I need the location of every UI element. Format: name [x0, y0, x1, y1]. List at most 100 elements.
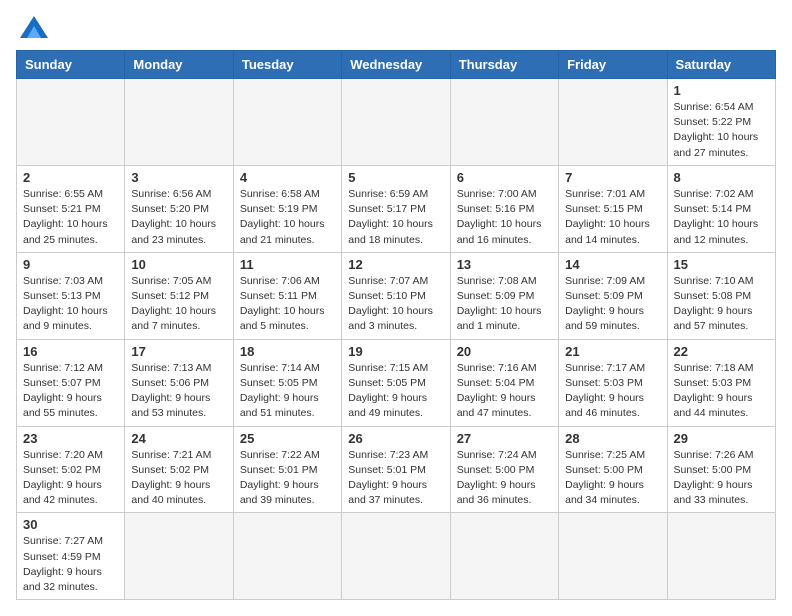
header-saturday: Saturday: [667, 51, 775, 79]
day-cell: 8 Sunrise: 7:02 AM Sunset: 5:14 PM Daylig…: [667, 165, 775, 252]
day-cell: [233, 513, 341, 600]
day-cell: 28Sunrise: 7:25 AM Sunset: 5:00 PM Dayli…: [559, 426, 667, 513]
day-cell: [125, 79, 233, 166]
day-info: Sunrise: 7:13 AM Sunset: 5:06 PM Dayligh…: [131, 361, 226, 422]
day-number: 10: [131, 257, 226, 272]
day-info: Sunrise: 7:12 AM Sunset: 5:07 PM Dayligh…: [23, 361, 118, 422]
day-cell: [17, 79, 125, 166]
day-number: 30: [23, 517, 118, 532]
day-cell: 25Sunrise: 7:22 AM Sunset: 5:01 PM Dayli…: [233, 426, 341, 513]
day-info: Sunrise: 7:24 AM Sunset: 5:00 PM Dayligh…: [457, 448, 552, 509]
day-info: Sunrise: 7:27 AM Sunset: 4:59 PM Dayligh…: [23, 534, 118, 595]
day-number: 23: [23, 431, 118, 446]
day-cell: 12 Sunrise: 7:07 AM Sunset: 5:10 PM Dayli…: [342, 252, 450, 339]
day-info: Sunrise: 7:09 AM Sunset: 5:09 PM Dayligh…: [565, 274, 660, 335]
day-number: 1: [674, 83, 769, 98]
day-info: Sunrise: 7:18 AM Sunset: 5:03 PM Dayligh…: [674, 361, 769, 422]
day-cell: 30 Sunrise: 7:27 AM Sunset: 4:59 PM Dayli…: [17, 513, 125, 600]
day-info: Sunrise: 7:06 AM Sunset: 5:11 PM Dayligh…: [240, 274, 335, 335]
day-cell: 7 Sunrise: 7:01 AM Sunset: 5:15 PM Daylig…: [559, 165, 667, 252]
day-cell: [450, 513, 558, 600]
day-cell: 13 Sunrise: 7:08 AM Sunset: 5:09 PM Dayli…: [450, 252, 558, 339]
day-info: Sunrise: 6:56 AM Sunset: 5:20 PM Dayligh…: [131, 187, 226, 248]
day-cell: [233, 79, 341, 166]
day-cell: 10 Sunrise: 7:05 AM Sunset: 5:12 PM Dayli…: [125, 252, 233, 339]
day-cell: 4 Sunrise: 6:58 AM Sunset: 5:19 PM Daylig…: [233, 165, 341, 252]
day-info: Sunrise: 7:05 AM Sunset: 5:12 PM Dayligh…: [131, 274, 226, 335]
day-cell: 24 Sunrise: 7:21 AM Sunset: 5:02 PM Dayli…: [125, 426, 233, 513]
day-cell: 23Sunrise: 7:20 AM Sunset: 5:02 PM Dayli…: [17, 426, 125, 513]
day-number: 2: [23, 170, 118, 185]
day-cell: [559, 513, 667, 600]
week-row-1: 1 Sunrise: 6:54 AM Sunset: 5:22 PM Daylig…: [17, 79, 776, 166]
day-cell: 22 Sunrise: 7:18 AM Sunset: 5:03 PM Dayli…: [667, 339, 775, 426]
day-info: Sunrise: 7:15 AM Sunset: 5:05 PM Dayligh…: [348, 361, 443, 422]
day-number: 15: [674, 257, 769, 272]
day-cell: 1 Sunrise: 6:54 AM Sunset: 5:22 PM Daylig…: [667, 79, 775, 166]
day-cell: 29Sunrise: 7:26 AM Sunset: 5:00 PM Dayli…: [667, 426, 775, 513]
day-number: 25: [240, 431, 335, 446]
day-info: Sunrise: 6:55 AM Sunset: 5:21 PM Dayligh…: [23, 187, 118, 248]
logo-icon: [20, 16, 48, 38]
day-cell: 6Sunrise: 7:00 AM Sunset: 5:16 PM Daylig…: [450, 165, 558, 252]
day-cell: [342, 513, 450, 600]
header-friday: Friday: [559, 51, 667, 79]
header-thursday: Thursday: [450, 51, 558, 79]
day-number: 14: [565, 257, 660, 272]
day-number: 19: [348, 344, 443, 359]
day-info: Sunrise: 7:10 AM Sunset: 5:08 PM Dayligh…: [674, 274, 769, 335]
day-number: 5: [348, 170, 443, 185]
day-cell: 5Sunrise: 6:59 AM Sunset: 5:17 PM Daylig…: [342, 165, 450, 252]
day-number: 11: [240, 257, 335, 272]
day-info: Sunrise: 7:03 AM Sunset: 5:13 PM Dayligh…: [23, 274, 118, 335]
header-monday: Monday: [125, 51, 233, 79]
day-cell: 15 Sunrise: 7:10 AM Sunset: 5:08 PM Dayli…: [667, 252, 775, 339]
day-cell: 3 Sunrise: 6:56 AM Sunset: 5:20 PM Daylig…: [125, 165, 233, 252]
logo: [16, 16, 48, 38]
day-info: Sunrise: 7:16 AM Sunset: 5:04 PM Dayligh…: [457, 361, 552, 422]
day-number: 24: [131, 431, 226, 446]
day-number: 4: [240, 170, 335, 185]
day-info: Sunrise: 7:08 AM Sunset: 5:09 PM Dayligh…: [457, 274, 552, 335]
header-tuesday: Tuesday: [233, 51, 341, 79]
day-info: Sunrise: 7:00 AM Sunset: 5:16 PM Dayligh…: [457, 187, 552, 248]
day-cell: 20Sunrise: 7:16 AM Sunset: 5:04 PM Dayli…: [450, 339, 558, 426]
day-info: Sunrise: 7:14 AM Sunset: 5:05 PM Dayligh…: [240, 361, 335, 422]
day-cell: [125, 513, 233, 600]
day-number: 17: [131, 344, 226, 359]
calendar-table: SundayMondayTuesdayWednesdayThursdayFrid…: [16, 50, 776, 600]
day-info: Sunrise: 7:02 AM Sunset: 5:14 PM Dayligh…: [674, 187, 769, 248]
day-cell: 2 Sunrise: 6:55 AM Sunset: 5:21 PM Daylig…: [17, 165, 125, 252]
day-info: Sunrise: 6:54 AM Sunset: 5:22 PM Dayligh…: [674, 100, 769, 161]
day-info: Sunrise: 7:23 AM Sunset: 5:01 PM Dayligh…: [348, 448, 443, 509]
day-info: Sunrise: 7:01 AM Sunset: 5:15 PM Dayligh…: [565, 187, 660, 248]
day-cell: 19 Sunrise: 7:15 AM Sunset: 5:05 PM Dayli…: [342, 339, 450, 426]
day-cell: 17 Sunrise: 7:13 AM Sunset: 5:06 PM Dayli…: [125, 339, 233, 426]
day-info: Sunrise: 7:21 AM Sunset: 5:02 PM Dayligh…: [131, 448, 226, 509]
day-number: 3: [131, 170, 226, 185]
header-wednesday: Wednesday: [342, 51, 450, 79]
day-number: 8: [674, 170, 769, 185]
day-number: 7: [565, 170, 660, 185]
day-number: 27: [457, 431, 552, 446]
day-cell: [450, 79, 558, 166]
week-row-3: 9 Sunrise: 7:03 AM Sunset: 5:13 PM Daylig…: [17, 252, 776, 339]
day-number: 16: [23, 344, 118, 359]
day-cell: 9 Sunrise: 7:03 AM Sunset: 5:13 PM Daylig…: [17, 252, 125, 339]
day-number: 12: [348, 257, 443, 272]
day-number: 9: [23, 257, 118, 272]
day-cell: 21Sunrise: 7:17 AM Sunset: 5:03 PM Dayli…: [559, 339, 667, 426]
day-info: Sunrise: 6:58 AM Sunset: 5:19 PM Dayligh…: [240, 187, 335, 248]
day-number: 21: [565, 344, 660, 359]
day-cell: 14 Sunrise: 7:09 AM Sunset: 5:09 PM Dayli…: [559, 252, 667, 339]
day-number: 29: [674, 431, 769, 446]
day-info: Sunrise: 7:07 AM Sunset: 5:10 PM Dayligh…: [348, 274, 443, 335]
week-row-6: 30 Sunrise: 7:27 AM Sunset: 4:59 PM Dayli…: [17, 513, 776, 600]
calendar-header-row: SundayMondayTuesdayWednesdayThursdayFrid…: [17, 51, 776, 79]
day-number: 22: [674, 344, 769, 359]
day-cell: 26Sunrise: 7:23 AM Sunset: 5:01 PM Dayli…: [342, 426, 450, 513]
header-sunday: Sunday: [17, 51, 125, 79]
day-number: 18: [240, 344, 335, 359]
day-number: 28: [565, 431, 660, 446]
day-number: 13: [457, 257, 552, 272]
